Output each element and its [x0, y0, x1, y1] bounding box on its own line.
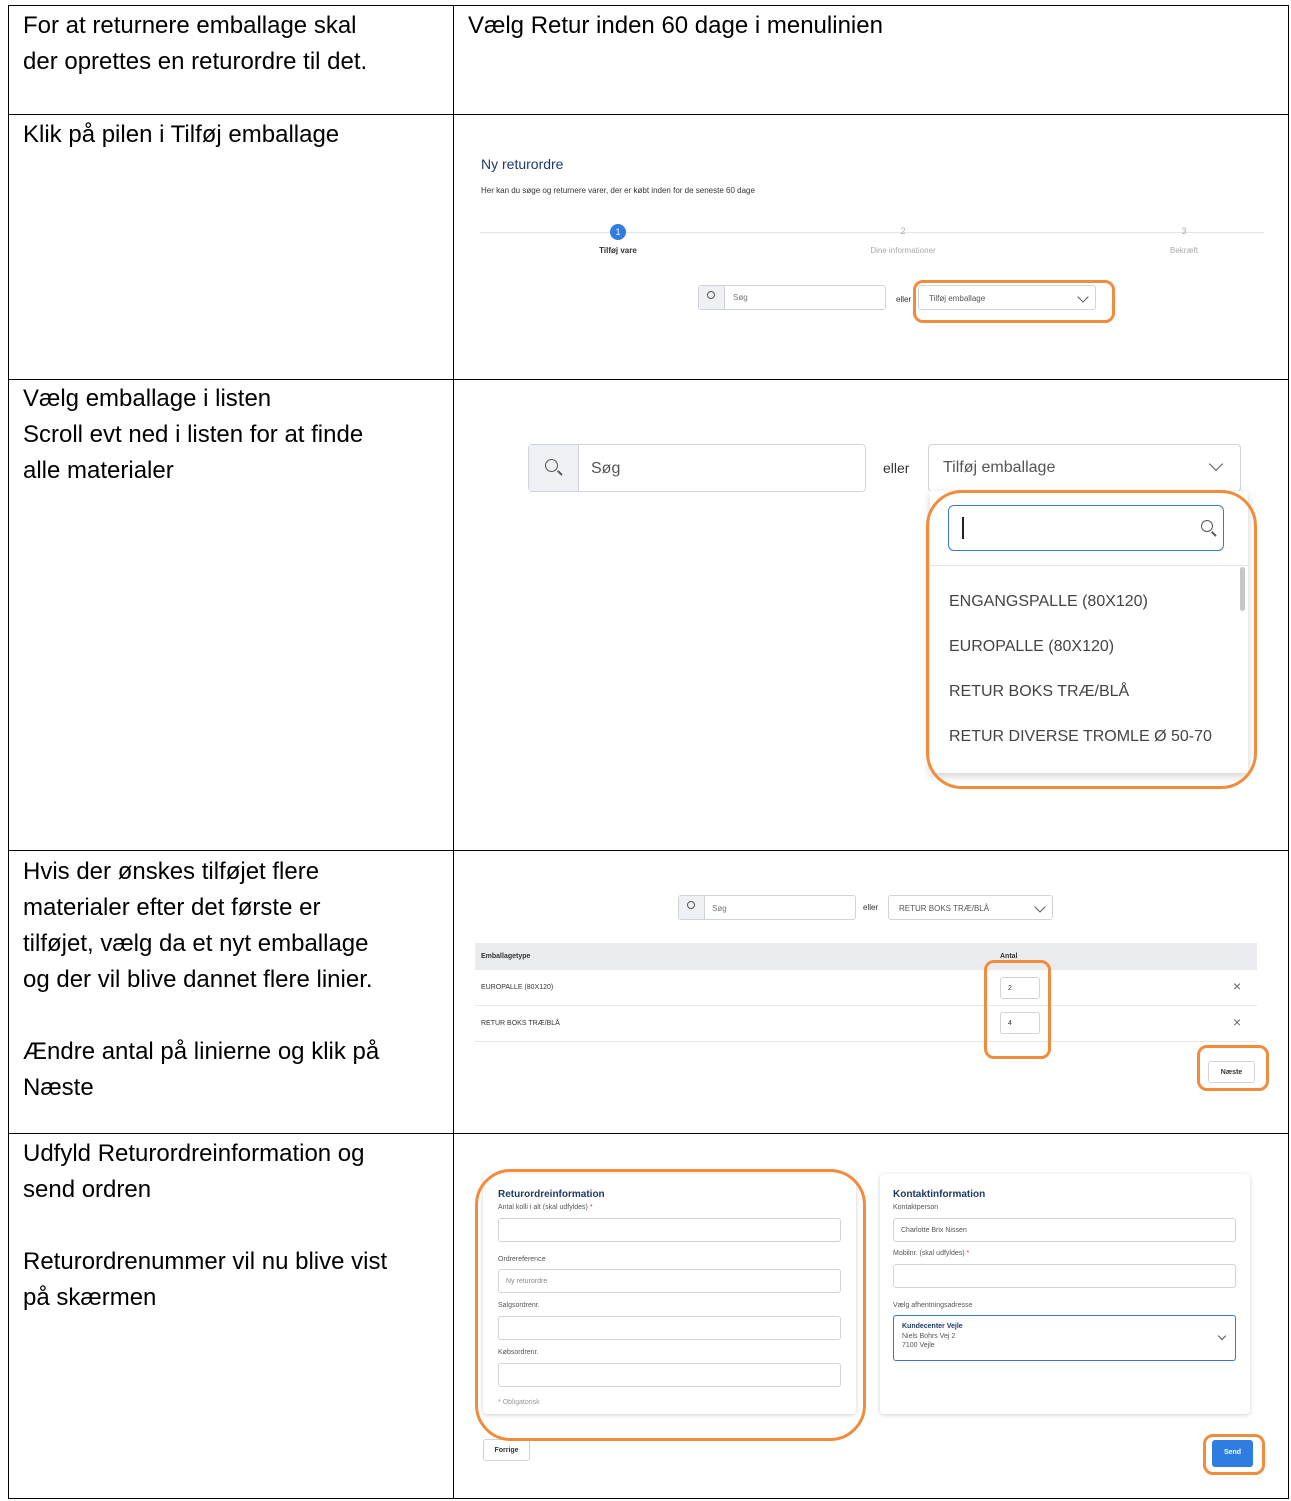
highlight-next-button [1197, 1045, 1269, 1091]
highlight-return-info [475, 1169, 866, 1441]
table-row: EUROPALLE (80X120) 2 × [475, 970, 1257, 1006]
table-header: Emballagetype Antal [475, 943, 1257, 970]
chevron-down-icon[interactable] [1034, 901, 1046, 913]
required-star: * [966, 1250, 970, 1257]
highlight-add-packaging [913, 280, 1115, 323]
row1-menu-instruction: Vælg Retur inden 60 dage i menulinien [468, 12, 883, 39]
highlight-dropdown-list [926, 490, 1257, 789]
or-label: eller [863, 903, 879, 912]
search-icon [707, 291, 715, 299]
chevron-down-icon[interactable] [1217, 1331, 1227, 1341]
mobile-field[interactable] [893, 1264, 1236, 1288]
column-header-type: Emballagetype [481, 953, 531, 960]
field-label-text: Mobilnr. (skal udfyldes) [893, 1250, 965, 1257]
or-label: eller [896, 295, 912, 304]
highlight-quantity [984, 960, 1051, 1059]
select-label: Tilføj emballage [943, 459, 1056, 476]
step-1-badge: 1 [610, 224, 626, 240]
step-3-label: Bekræft [1169, 246, 1198, 255]
search-icon-handle [557, 470, 563, 476]
column-header-qty: Antal [1000, 953, 1018, 960]
address-city: 7100 Vejle [902, 1342, 935, 1349]
stepper-track [480, 232, 1264, 233]
row3-instruction: Vælg emballage i listen Scroll evt ned i… [23, 385, 364, 484]
search-input[interactable]: Søg [698, 285, 886, 310]
close-icon[interactable]: × [1233, 1014, 1241, 1030]
add-packaging-select[interactable]: Tilføj emballage [928, 444, 1241, 492]
search-placeholder: Søg [712, 904, 727, 913]
search-icon-box [529, 445, 579, 491]
page-subtitle: Her kan du søge og returnere varer, der … [481, 186, 755, 195]
field-label: Mobilnr. (skal udfyldes) * [893, 1250, 969, 1257]
row-divider [8, 114, 1289, 115]
table-row: RETUR BOKS TRÆ/BLÅ 4 × [475, 1006, 1257, 1042]
search-placeholder: Søg [591, 460, 621, 477]
search-placeholder: Søg [733, 293, 748, 302]
screenshot-packaging-lines: Søg eller RETUR BOKS TRÆ/BLÅ Emballagety… [470, 885, 1275, 1100]
row2-instruction: Klik på pilen i Tilføj emballage [23, 121, 340, 148]
search-icon-box [699, 286, 725, 309]
close-icon[interactable]: × [1233, 978, 1241, 994]
previous-button[interactable]: Forrige [483, 1439, 530, 1461]
contact-info-card: Kontaktinformation Kontaktperson Charlot… [880, 1174, 1250, 1414]
screenshot-new-return-order: Ny returordre Her kan du søge og returne… [468, 140, 1278, 370]
card-title: Kontaktinformation [893, 1189, 986, 1200]
search-icon [545, 459, 558, 472]
step-1-label: Tilføj vare [599, 246, 637, 255]
highlight-send-button [1203, 1434, 1265, 1475]
or-label: eller [883, 460, 910, 476]
row-divider [8, 1133, 1289, 1134]
chevron-down-icon[interactable] [1208, 456, 1224, 472]
search-input[interactable]: Søg [528, 444, 866, 492]
address-name: Kundecenter Vejle [902, 1323, 963, 1330]
field-label: Kontaktperson [893, 1204, 939, 1211]
search-icon [687, 901, 695, 909]
search-input[interactable]: Søg [678, 895, 856, 920]
field-label: Vælg afhentningsadresse [893, 1302, 973, 1309]
row-type: RETUR BOKS TRÆ/BLÅ [481, 1020, 560, 1027]
previous-button-label: Forrige [494, 1447, 519, 1454]
row-divider [8, 850, 1289, 851]
address-street: Niels Bohrs Vej 2 [902, 1333, 956, 1340]
column-divider [453, 5, 454, 1499]
row5-instruction: Udfyld Returordreinformation og send ord… [23, 1140, 388, 1311]
field-value: Charlotte Brix Nissen [901, 1227, 967, 1234]
search-icon-box [679, 896, 705, 919]
row4-instruction: Hvis der ønskes tilføjet flere materiale… [23, 858, 380, 1101]
pickup-address-select[interactable]: Kundecenter Vejle Niels Bohrs Vej 2 7100… [893, 1315, 1236, 1361]
step-2-label: Dine informationer [870, 246, 936, 255]
add-packaging-select[interactable]: RETUR BOKS TRÆ/BLÅ [888, 895, 1053, 920]
step-3-number: 3 [1181, 226, 1187, 236]
row1-instruction: For at returnere emballage skal der opre… [23, 12, 368, 75]
row-divider [8, 379, 1289, 380]
page-title: Ny returordre [481, 156, 564, 172]
contact-person-field[interactable]: Charlotte Brix Nissen [893, 1218, 1236, 1242]
step-2-number: 2 [900, 226, 906, 236]
row-type: EUROPALLE (80X120) [481, 984, 554, 991]
select-value: RETUR BOKS TRÆ/BLÅ [899, 904, 990, 913]
